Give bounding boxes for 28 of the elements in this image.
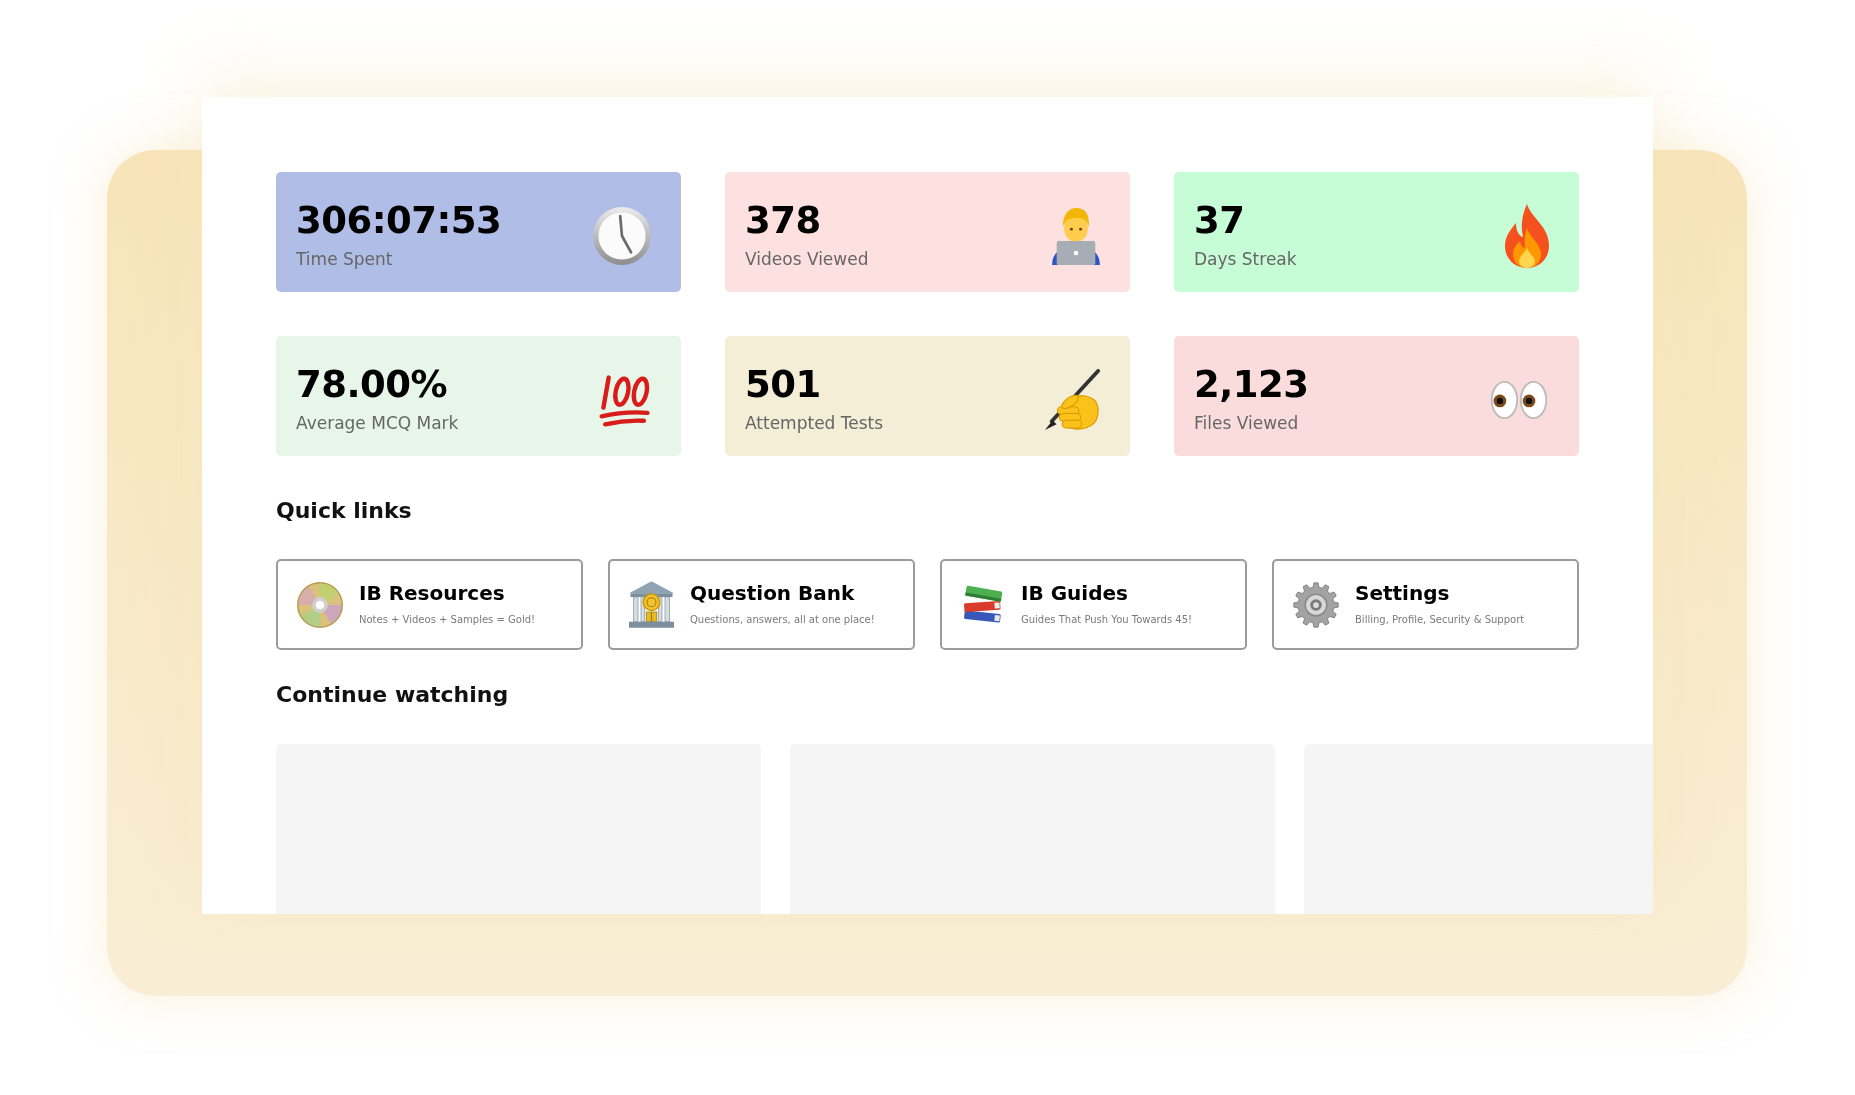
quick-link-card[interactable]: IB Guides Guides That Push You Towards 45! (940, 559, 1247, 650)
disc-icon (297, 581, 343, 628)
writing-hand-icon (1044, 369, 1100, 431)
bank-building-icon (629, 581, 674, 628)
stat-label: Files Viewed (1194, 413, 1300, 434)
section-heading: Quick links (276, 497, 412, 525)
stat-label: Days Streak (1194, 249, 1297, 270)
stat-label: Average MCQ Mark (296, 413, 459, 434)
fire-icon (1505, 204, 1549, 268)
quick-link-card[interactable]: IB Resources Notes + Videos + Samples = Gold! (276, 559, 583, 650)
person-laptop-icon (1052, 207, 1100, 265)
eyes-icon (1489, 379, 1549, 421)
stat-value: 78.00% (296, 366, 449, 404)
gear-icon (1293, 581, 1339, 628)
stat-label: Time Spent (296, 249, 394, 270)
stat-value: 378 (745, 202, 822, 240)
stat-label: Attempted Tests (745, 413, 884, 434)
section-heading: Continue watching (276, 681, 509, 709)
stat-label: Videos Viewed (745, 249, 869, 270)
stat-value: 2,123 (1194, 366, 1309, 404)
quick-link-card[interactable]: Settings Billing, Profile, Security & Support (1272, 559, 1579, 650)
hundred-points-icon (599, 373, 651, 427)
books-icon (961, 583, 1005, 626)
stat-value: 37 (1194, 202, 1246, 240)
clock-icon (593, 207, 651, 265)
stat-value: 501 (745, 366, 822, 404)
stat-value: 306:07:53 (296, 202, 502, 240)
quick-link-card[interactable]: Question Bank Questions, answers, all at one place! (608, 559, 915, 650)
